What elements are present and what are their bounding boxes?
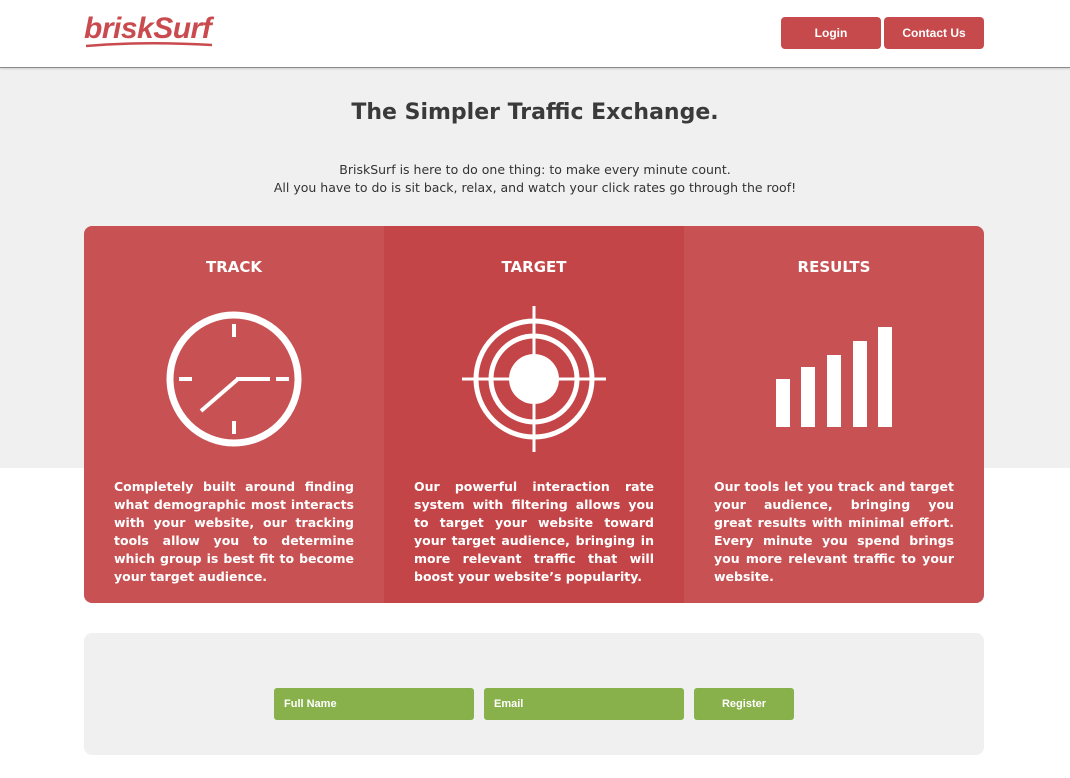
bar-chart-icon [776,327,892,427]
email-input[interactable] [484,688,684,720]
feature-results: RESULTS Our tools let you track and targ… [684,226,984,603]
register-button[interactable]: Register [694,688,794,720]
feature-target: TARGET Our powerful interaction rate sys… [384,226,684,603]
feature-title: TRACK [205,258,263,276]
feature-description: Completely built around finding what dem… [114,479,354,584]
login-button[interactable]: Login [781,17,881,49]
site-header: briskSurf Login Contact Us [0,0,1070,68]
feature-description: Our powerful interaction rate system wit… [414,479,654,584]
contact-us-button[interactable]: Contact Us [884,17,984,49]
brisksurf-logo[interactable]: briskSurf [84,12,216,54]
logo-swoosh-icon [85,41,213,48]
clock-icon [166,311,302,447]
subtitle-line-1: BriskSurf is here to do one thing: to ma… [339,162,731,177]
features-panel: TRACK Completely built around finding wh… [84,226,984,603]
feature-title: TARGET [501,258,567,276]
subtitle-line-2: All you have to do is sit back, relax, a… [273,180,797,195]
feature-title: RESULTS [797,258,871,276]
target-icon [462,306,606,452]
full-name-input[interactable] [274,688,474,720]
feature-description: Our tools let you track and target your … [714,479,954,584]
page-title: The Simpler Traffic Exchange. [351,100,719,125]
signup-panel: Register [84,633,984,755]
hero-subtitle: BriskSurf is here to do one thing: to ma… [0,161,1070,197]
feature-track: TRACK Completely built around finding wh… [84,226,384,603]
